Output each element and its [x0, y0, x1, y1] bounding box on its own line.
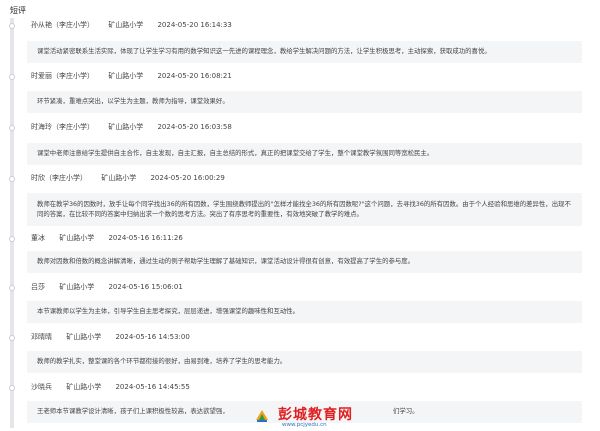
- timeline-dot: [9, 385, 15, 391]
- comment-text: 教师在教学36的因数时，放手让每个同学找出36的所有因数，学生围绕教师提出的"怎…: [37, 200, 571, 218]
- comment-text: 课堂中老师注意给学生提供自主合作，自主发现，自主汇报，自主总结的形式，真正的把课…: [37, 149, 434, 158]
- comment-meta: 孙从艳（李庄小学） 矿山路小学 2024-05-20 16:14:33: [31, 20, 244, 30]
- timeline-dot: [9, 74, 15, 80]
- comment-time: 2024-05-20 16:14:33: [157, 21, 232, 29]
- comment-school: 矿山路小学: [59, 234, 95, 242]
- comment-author: 孙从艳（李庄小学）: [31, 21, 94, 29]
- comment-time: 2024-05-16 16:11:26: [108, 234, 183, 242]
- comment-box: 教师的教学扎实，整堂课的各个环节都衔接的很好，由易到难，培养了学生的思考能力。: [27, 351, 582, 373]
- comment-time: 2024-05-20 16:08:21: [157, 72, 232, 80]
- comment-box: 课堂活动紧密联系生活实际，体现了让学生学习有用的数学知识这一先进的课程理念，教给…: [27, 41, 582, 63]
- comment-box: 课堂中老师注意给学生提供自主合作，自主发现，自主汇报，自主总结的形式，真正的把课…: [27, 143, 582, 165]
- comment-time: 2024-05-16 14:53:00: [115, 333, 190, 341]
- timeline-dot: [9, 335, 15, 341]
- comment-box: 环节紧凑，重难点突出，以学生为主题，教师为指导，课堂效果好。: [27, 91, 582, 113]
- timeline-dot: [9, 23, 15, 29]
- watermark-title: 彭城教育网: [278, 407, 353, 423]
- timeline-dot: [9, 125, 15, 131]
- comment-school: 矿山路小学: [108, 72, 144, 80]
- comment-school: 矿山路小学: [66, 333, 102, 341]
- comment-text-visible: 王老师本节课教学设计清晰，孩子们上课积极性较高，表达欲望强，: [37, 407, 229, 416]
- comment-author: 时海玲（李庄小学）: [31, 123, 94, 131]
- comment-time: 2024-05-16 15:06:01: [108, 283, 183, 291]
- comment-time: 2024-05-20 16:00:29: [150, 174, 225, 182]
- comment-text: 教师的教学扎实，整堂课的各个环节都衔接的很好，由易到难，培养了学生的思考能力。: [37, 357, 287, 366]
- comment-time: 2024-05-20 16:03:58: [157, 123, 232, 131]
- comment-text-tail: 们学习。: [393, 407, 419, 416]
- comment-school: 矿山路小学: [59, 283, 95, 291]
- timeline-dot: [9, 285, 15, 291]
- comment-author: 沙晓兵: [31, 383, 52, 391]
- timeline-dot: [9, 176, 15, 182]
- comment-text: 教师对因数和倍数的概念讲解清晰，通过生动的例子帮助学生理解了基础知识，课堂活动设…: [37, 257, 415, 266]
- comment-school: 矿山路小学: [108, 21, 144, 29]
- comment-box: 本节课教师以学生为主体，引导学生自主思考探究，层层递进，增强课堂的趣味性和互动性…: [27, 301, 582, 323]
- comment-author: 吕莎: [31, 283, 45, 291]
- comment-time: 2024-05-16 14:45:55: [115, 383, 190, 391]
- comment-text: 环节紧凑，重难点突出，以学生为主题，教师为指导，课堂效果好。: [37, 97, 229, 106]
- comment-box: 教师在教学36的因数时，放手让每个同学找出36的所有因数，学生围绕教师提出的"怎…: [27, 193, 582, 226]
- comment-meta: 时爱丽（李庄小学） 矿山路小学 2024-05-20 16:08:21: [31, 71, 244, 81]
- comment-meta: 时欣（李庄小学） 矿山路小学 2024-05-20 16:00:29: [31, 173, 237, 183]
- timeline-dot: [9, 236, 15, 242]
- watermark-url: www.pcjyedu.cn: [282, 422, 327, 428]
- comment-box: 教师对因数和倍数的概念讲解清晰，通过生动的例子帮助学生理解了基础知识，课堂活动设…: [27, 251, 582, 273]
- comment-meta: 时海玲（李庄小学） 矿山路小学 2024-05-20 16:03:58: [31, 122, 244, 132]
- comment-text: 课堂活动紧密联系生活实际，体现了让学生学习有用的数学知识这一先进的课程理念，教给…: [37, 47, 491, 56]
- comment-author: 时欣（李庄小学）: [31, 174, 87, 182]
- comment-meta: 吕莎 矿山路小学 2024-05-16 15:06:01: [31, 282, 195, 292]
- comment-meta: 董冰 矿山路小学 2024-05-16 16:11:26: [31, 233, 195, 243]
- comment-meta: 邓晴晴 矿山路小学 2024-05-16 14:53:00: [31, 332, 202, 342]
- comment-author: 邓晴晴: [31, 333, 52, 341]
- comment-school: 矿山路小学: [101, 174, 137, 182]
- watermark-logo-icon: [256, 410, 268, 422]
- comment-text: 本节课教师以学生为主体，引导学生自主思考探究，层层递进，增强课堂的趣味性和互动性…: [37, 307, 300, 316]
- section-title: 短评: [10, 6, 26, 15]
- comment-meta: 沙晓兵 矿山路小学 2024-05-16 14:45:55: [31, 382, 202, 392]
- comment-school: 矿山路小学: [66, 383, 102, 391]
- comment-author: 董冰: [31, 234, 45, 242]
- comment-school: 矿山路小学: [108, 123, 144, 131]
- watermark: 彭城教育网 www.pcjyedu.cn: [254, 404, 374, 430]
- comment-author: 时爱丽（李庄小学）: [31, 72, 94, 80]
